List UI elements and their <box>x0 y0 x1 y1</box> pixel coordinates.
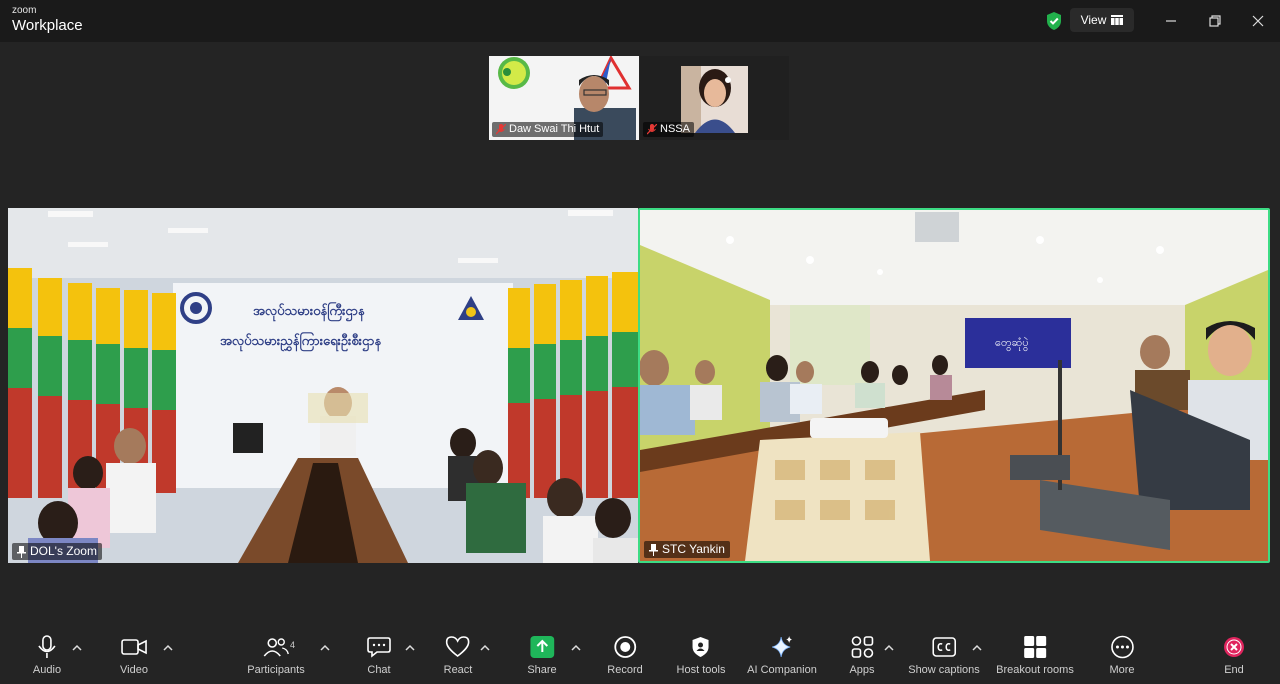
more-label: More <box>1109 664 1135 676</box>
banner-text: တွေဆုံပွဲ <box>995 337 1029 349</box>
participant-name-label: Daw Swai Thi Htut <box>492 122 604 137</box>
react-label: React <box>443 664 473 676</box>
participant-name: NSSA <box>660 123 690 135</box>
restore-icon <box>1209 15 1221 27</box>
video-tile-stc[interactable]: တွေဆုံပွဲ STC Yankin <box>638 208 1270 563</box>
record-icon <box>614 636 636 658</box>
mic-muted-icon <box>496 124 506 135</box>
cc-icon <box>932 637 956 657</box>
breakout-rooms-label: Breakout rooms <box>996 664 1074 676</box>
end-button[interactable]: End <box>1222 634 1246 676</box>
mic-muted-icon <box>647 124 657 135</box>
video-name: STC Yankin <box>662 542 725 556</box>
participants-count: 4 <box>290 640 296 650</box>
minimize-button[interactable] <box>1160 10 1182 32</box>
view-button[interactable]: View <box>1070 8 1134 32</box>
pin-icon <box>17 545 26 558</box>
video-button[interactable]: Video <box>120 634 148 676</box>
shield-icon <box>692 637 709 657</box>
share-label: Share <box>527 664 557 676</box>
caret-up-icon[interactable] <box>163 644 173 652</box>
host-tools-label: Host tools <box>676 664 726 676</box>
caret-up-icon[interactable] <box>320 644 330 652</box>
shield-check-icon[interactable] <box>1045 11 1063 31</box>
caret-up-icon[interactable] <box>571 644 581 652</box>
captions-button[interactable]: Show captions <box>908 634 980 676</box>
caret-up-icon[interactable] <box>405 644 415 652</box>
share-arrow-icon <box>529 636 554 658</box>
video-name-label: DOL's Zoom <box>12 543 102 560</box>
breakout-rooms-button[interactable]: Breakout rooms <box>996 634 1074 676</box>
title-bar: zoom Workplace View <box>0 0 1280 42</box>
participants-label: Participants <box>247 664 305 676</box>
apps-button[interactable]: Apps <box>849 634 875 676</box>
participant-thumbnail[interactable]: Daw Swai Thi Htut <box>489 56 639 140</box>
chat-label: Chat <box>367 664 391 676</box>
share-button[interactable]: Share <box>527 634 557 676</box>
video-label: Video <box>120 664 148 676</box>
participants-icon <box>263 638 289 657</box>
record-label: Record <box>607 664 643 676</box>
close-button[interactable] <box>1247 10 1269 32</box>
participant-name: Daw Swai Thi Htut <box>509 123 600 135</box>
audio-button[interactable]: Audio <box>33 634 61 676</box>
sparkle-icon <box>771 636 792 658</box>
meeting-room-video <box>8 208 638 563</box>
caret-up-icon[interactable] <box>480 644 490 652</box>
video-name: DOL's Zoom <box>30 544 97 558</box>
end-x-icon <box>1224 637 1244 657</box>
audio-label: Audio <box>32 664 62 676</box>
caret-up-icon[interactable] <box>884 644 894 652</box>
mic-icon <box>38 635 56 658</box>
video-name-label: STC Yankin <box>644 541 730 558</box>
close-icon <box>1252 15 1264 27</box>
minimize-icon <box>1166 20 1176 22</box>
meeting-room-video <box>640 210 1268 561</box>
chat-icon <box>367 637 391 658</box>
view-label: View <box>1080 13 1107 27</box>
heart-icon <box>446 636 470 658</box>
participant-name-label: NSSA <box>643 122 694 137</box>
caret-up-icon[interactable] <box>72 644 82 652</box>
view-grid-icon <box>1111 15 1124 25</box>
banner-line-1: အလုပ်သမားဝန်ကြီးဌာန <box>253 303 365 318</box>
apps-label: Apps <box>849 664 875 676</box>
grid-icon <box>1024 636 1046 658</box>
ai-companion-button[interactable]: AI Companion <box>747 634 817 676</box>
camera-icon <box>121 639 147 655</box>
end-label: End <box>1224 664 1244 676</box>
chat-button[interactable]: Chat <box>367 634 391 676</box>
ai-companion-label: AI Companion <box>747 664 817 676</box>
react-button[interactable]: React <box>443 634 473 676</box>
host-tools-button[interactable]: Host tools <box>676 634 726 676</box>
participants-button[interactable]: Participants <box>247 634 305 676</box>
banner-line-2: အလုပ်သမားညွှန်ကြားရေးဦးစီးဌာန <box>220 333 382 348</box>
brand-zoom: zoom <box>12 5 37 16</box>
brand-workplace: Workplace <box>12 17 83 34</box>
more-icon <box>1110 635 1134 659</box>
restore-button[interactable] <box>1204 10 1226 32</box>
pin-icon <box>649 543 658 556</box>
meeting-toolbar: Audio Video Participants 4 Chat React Sh <box>0 630 1280 684</box>
captions-label: Show captions <box>908 664 980 676</box>
video-tile-dol[interactable]: အလုပ်သမားဝန်ကြီးဌာန အလုပ်သမားညွှန်ကြားရေ… <box>8 208 638 563</box>
more-button[interactable]: More <box>1109 634 1135 676</box>
caret-up-icon[interactable] <box>972 644 982 652</box>
record-button[interactable]: Record <box>607 634 643 676</box>
participant-thumbnail[interactable]: NSSA <box>640 56 789 140</box>
app-brand: zoom Workplace <box>12 5 83 34</box>
apps-icon <box>851 636 873 658</box>
